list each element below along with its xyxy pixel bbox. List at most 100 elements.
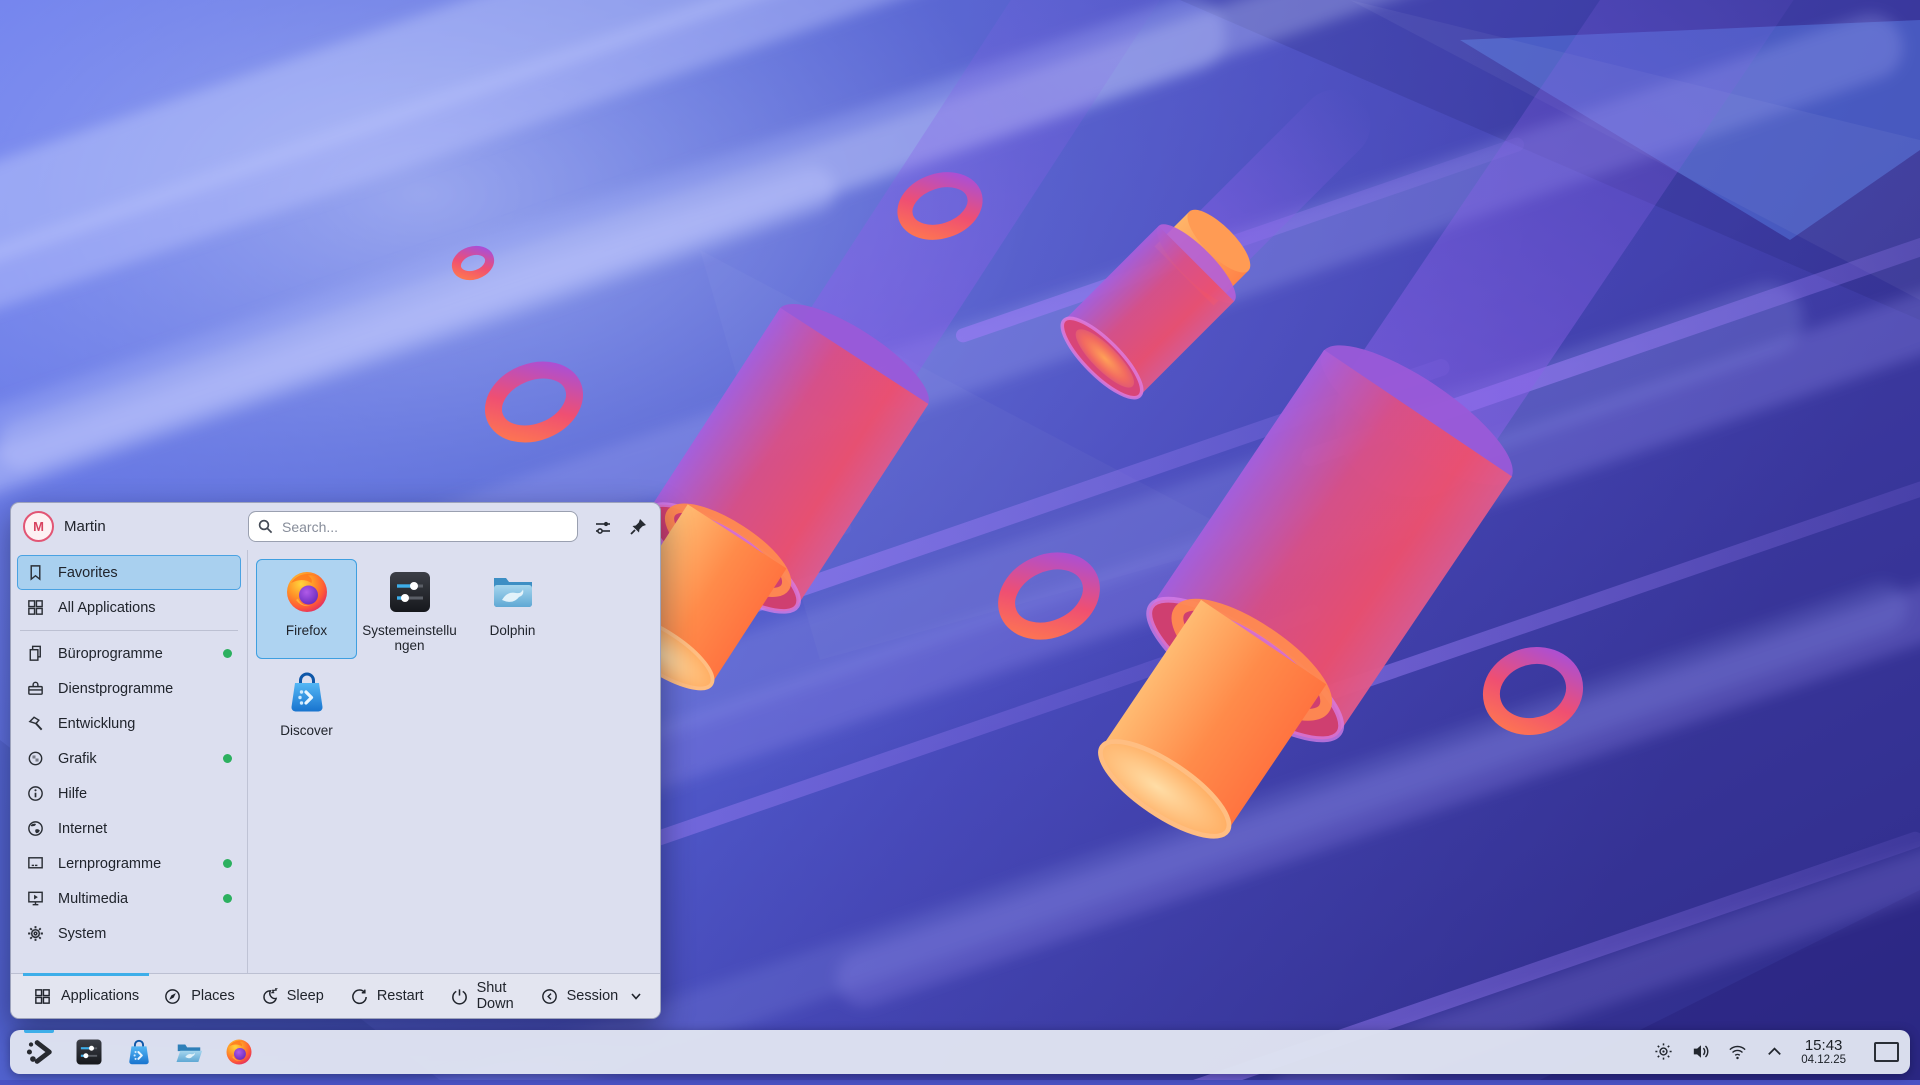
sidebar-item-grafik[interactable]: Grafik xyxy=(17,741,241,776)
new-items-badge xyxy=(223,894,232,903)
sidebar-item-entwicklung[interactable]: Entwicklung xyxy=(17,706,241,741)
search-field-wrap xyxy=(248,511,578,542)
sidebar-item-bueroprogramme[interactable]: Büroprogramme xyxy=(17,636,241,671)
tab-label: Applications xyxy=(61,988,139,1004)
tab-label: Places xyxy=(191,988,235,1004)
brightness-icon[interactable] xyxy=(1653,1041,1674,1062)
restart-icon xyxy=(350,987,369,1006)
dolphin-icon xyxy=(174,1037,204,1067)
sidebar-item-favorites[interactable]: Favorites xyxy=(17,555,241,590)
bookmark-icon xyxy=(26,563,45,582)
new-items-badge xyxy=(223,649,232,658)
action-label: Sleep xyxy=(287,988,324,1004)
sidebar-item-label: Favorites xyxy=(58,565,118,581)
grid-icon xyxy=(33,987,52,1006)
sidebar-item-label: Büroprogramme xyxy=(58,646,163,662)
expand-tray-icon[interactable] xyxy=(1764,1041,1785,1062)
system-settings-icon xyxy=(386,568,434,616)
clock-time: 15:43 xyxy=(1801,1038,1846,1054)
taskbar-systemsettings-button[interactable] xyxy=(74,1037,104,1067)
search-icon xyxy=(257,518,274,535)
taskbar-firefox-button[interactable] xyxy=(224,1037,254,1067)
favorite-label: Discover xyxy=(280,723,333,738)
sidebar-item-dienstprogramme[interactable]: Dienstprogramme xyxy=(17,671,241,706)
sidebar-item-internet[interactable]: Internet xyxy=(17,811,241,846)
sidebar-item-hilfe[interactable]: Hilfe xyxy=(17,776,241,811)
grid-icon xyxy=(26,598,45,617)
favorite-label: Systemeinstellungen xyxy=(361,623,458,653)
globe-icon xyxy=(26,819,45,838)
pin-icon[interactable] xyxy=(628,517,648,537)
sidebar-item-label: Entwicklung xyxy=(58,716,135,732)
tab-places[interactable]: Places xyxy=(151,974,247,1018)
compass-icon xyxy=(163,987,182,1006)
system-settings-icon xyxy=(74,1037,104,1067)
sleep-icon xyxy=(260,987,279,1006)
sidebar-item-multimedia[interactable]: Multimedia xyxy=(17,881,241,916)
launcher-footer: Applications Places Sleep xyxy=(11,973,660,1018)
sidebar-item-all-applications[interactable]: All Applications xyxy=(17,590,241,625)
sidebar-item-label: Grafik xyxy=(58,751,97,767)
sidebar-item-label: Internet xyxy=(58,821,107,837)
kde-launcher-icon xyxy=(24,1037,54,1067)
hammer-icon xyxy=(26,714,45,733)
user-area[interactable]: M Martin xyxy=(23,511,248,542)
favorite-tile-firefox[interactable]: Firefox xyxy=(256,559,357,659)
digital-clock[interactable]: 15:43 04.12.25 xyxy=(1801,1038,1846,1066)
taskbar-dolphin-button[interactable] xyxy=(174,1037,204,1067)
avatar[interactable]: M xyxy=(23,511,54,542)
multimedia-icon xyxy=(26,889,45,908)
new-items-badge xyxy=(223,859,232,868)
favorite-label: Firefox xyxy=(286,623,327,638)
user-name: Martin xyxy=(64,518,106,535)
chevron-down-icon xyxy=(628,988,644,1004)
launcher-body: Favorites All Applications Büroprogramme xyxy=(11,550,660,973)
configure-icon[interactable] xyxy=(593,517,613,537)
volume-icon[interactable] xyxy=(1690,1041,1711,1062)
restart-button[interactable]: Restart xyxy=(337,987,437,1006)
shutdown-button[interactable]: Shut Down xyxy=(437,980,527,1012)
session-button[interactable]: Session xyxy=(527,987,658,1006)
application-launcher-popup: M Martin Favorites xyxy=(10,502,661,1019)
discover-icon xyxy=(283,668,331,716)
tab-applications[interactable]: Applications xyxy=(21,974,151,1018)
launcher-header: M Martin xyxy=(11,503,660,550)
gear-icon xyxy=(26,924,45,943)
sidebar-item-label: System xyxy=(58,926,106,942)
show-desktop-button[interactable] xyxy=(1874,1042,1899,1062)
favorite-tile-systemsettings[interactable]: Systemeinstellungen xyxy=(359,559,460,659)
network-icon[interactable] xyxy=(1727,1041,1748,1062)
action-label: Shut Down xyxy=(477,980,514,1012)
office-documents-icon xyxy=(26,644,45,663)
toolbox-icon xyxy=(26,679,45,698)
taskbar-panel: 15:43 04.12.25 xyxy=(10,1030,1910,1074)
launcher-sidebar: Favorites All Applications Büroprogramme xyxy=(11,550,248,973)
search-input[interactable] xyxy=(248,511,578,542)
new-items-badge xyxy=(223,754,232,763)
help-icon xyxy=(26,784,45,803)
firefox-icon xyxy=(283,568,331,616)
sidebar-item-label: Dienstprogramme xyxy=(58,681,173,697)
sleep-button[interactable]: Sleep xyxy=(247,987,337,1006)
discover-icon xyxy=(124,1037,154,1067)
sidebar-item-lernprogramme[interactable]: Lernprogramme xyxy=(17,846,241,881)
shutdown-icon xyxy=(450,987,469,1006)
session-icon xyxy=(540,987,559,1006)
favorite-tile-dolphin[interactable]: Dolphin xyxy=(462,559,563,659)
favorite-tile-discover[interactable]: Discover xyxy=(256,659,357,759)
clock-date: 04.12.25 xyxy=(1801,1054,1846,1066)
active-task-indicator xyxy=(24,1030,54,1033)
sidebar-item-label: Lernprogramme xyxy=(58,856,161,872)
action-label: Restart xyxy=(377,988,424,1004)
sidebar-separator xyxy=(20,630,238,631)
firefox-icon xyxy=(224,1037,254,1067)
system-tray: 15:43 04.12.25 xyxy=(1653,1038,1900,1066)
dolphin-icon xyxy=(489,568,537,616)
taskbar-discover-button[interactable] xyxy=(124,1037,154,1067)
app-launcher-button[interactable] xyxy=(24,1037,54,1067)
task-manager xyxy=(24,1037,254,1067)
action-label: Session xyxy=(567,988,619,1004)
sidebar-item-label: All Applications xyxy=(58,600,156,616)
sidebar-item-system[interactable]: System xyxy=(17,916,241,951)
sidebar-item-label: Hilfe xyxy=(58,786,87,802)
